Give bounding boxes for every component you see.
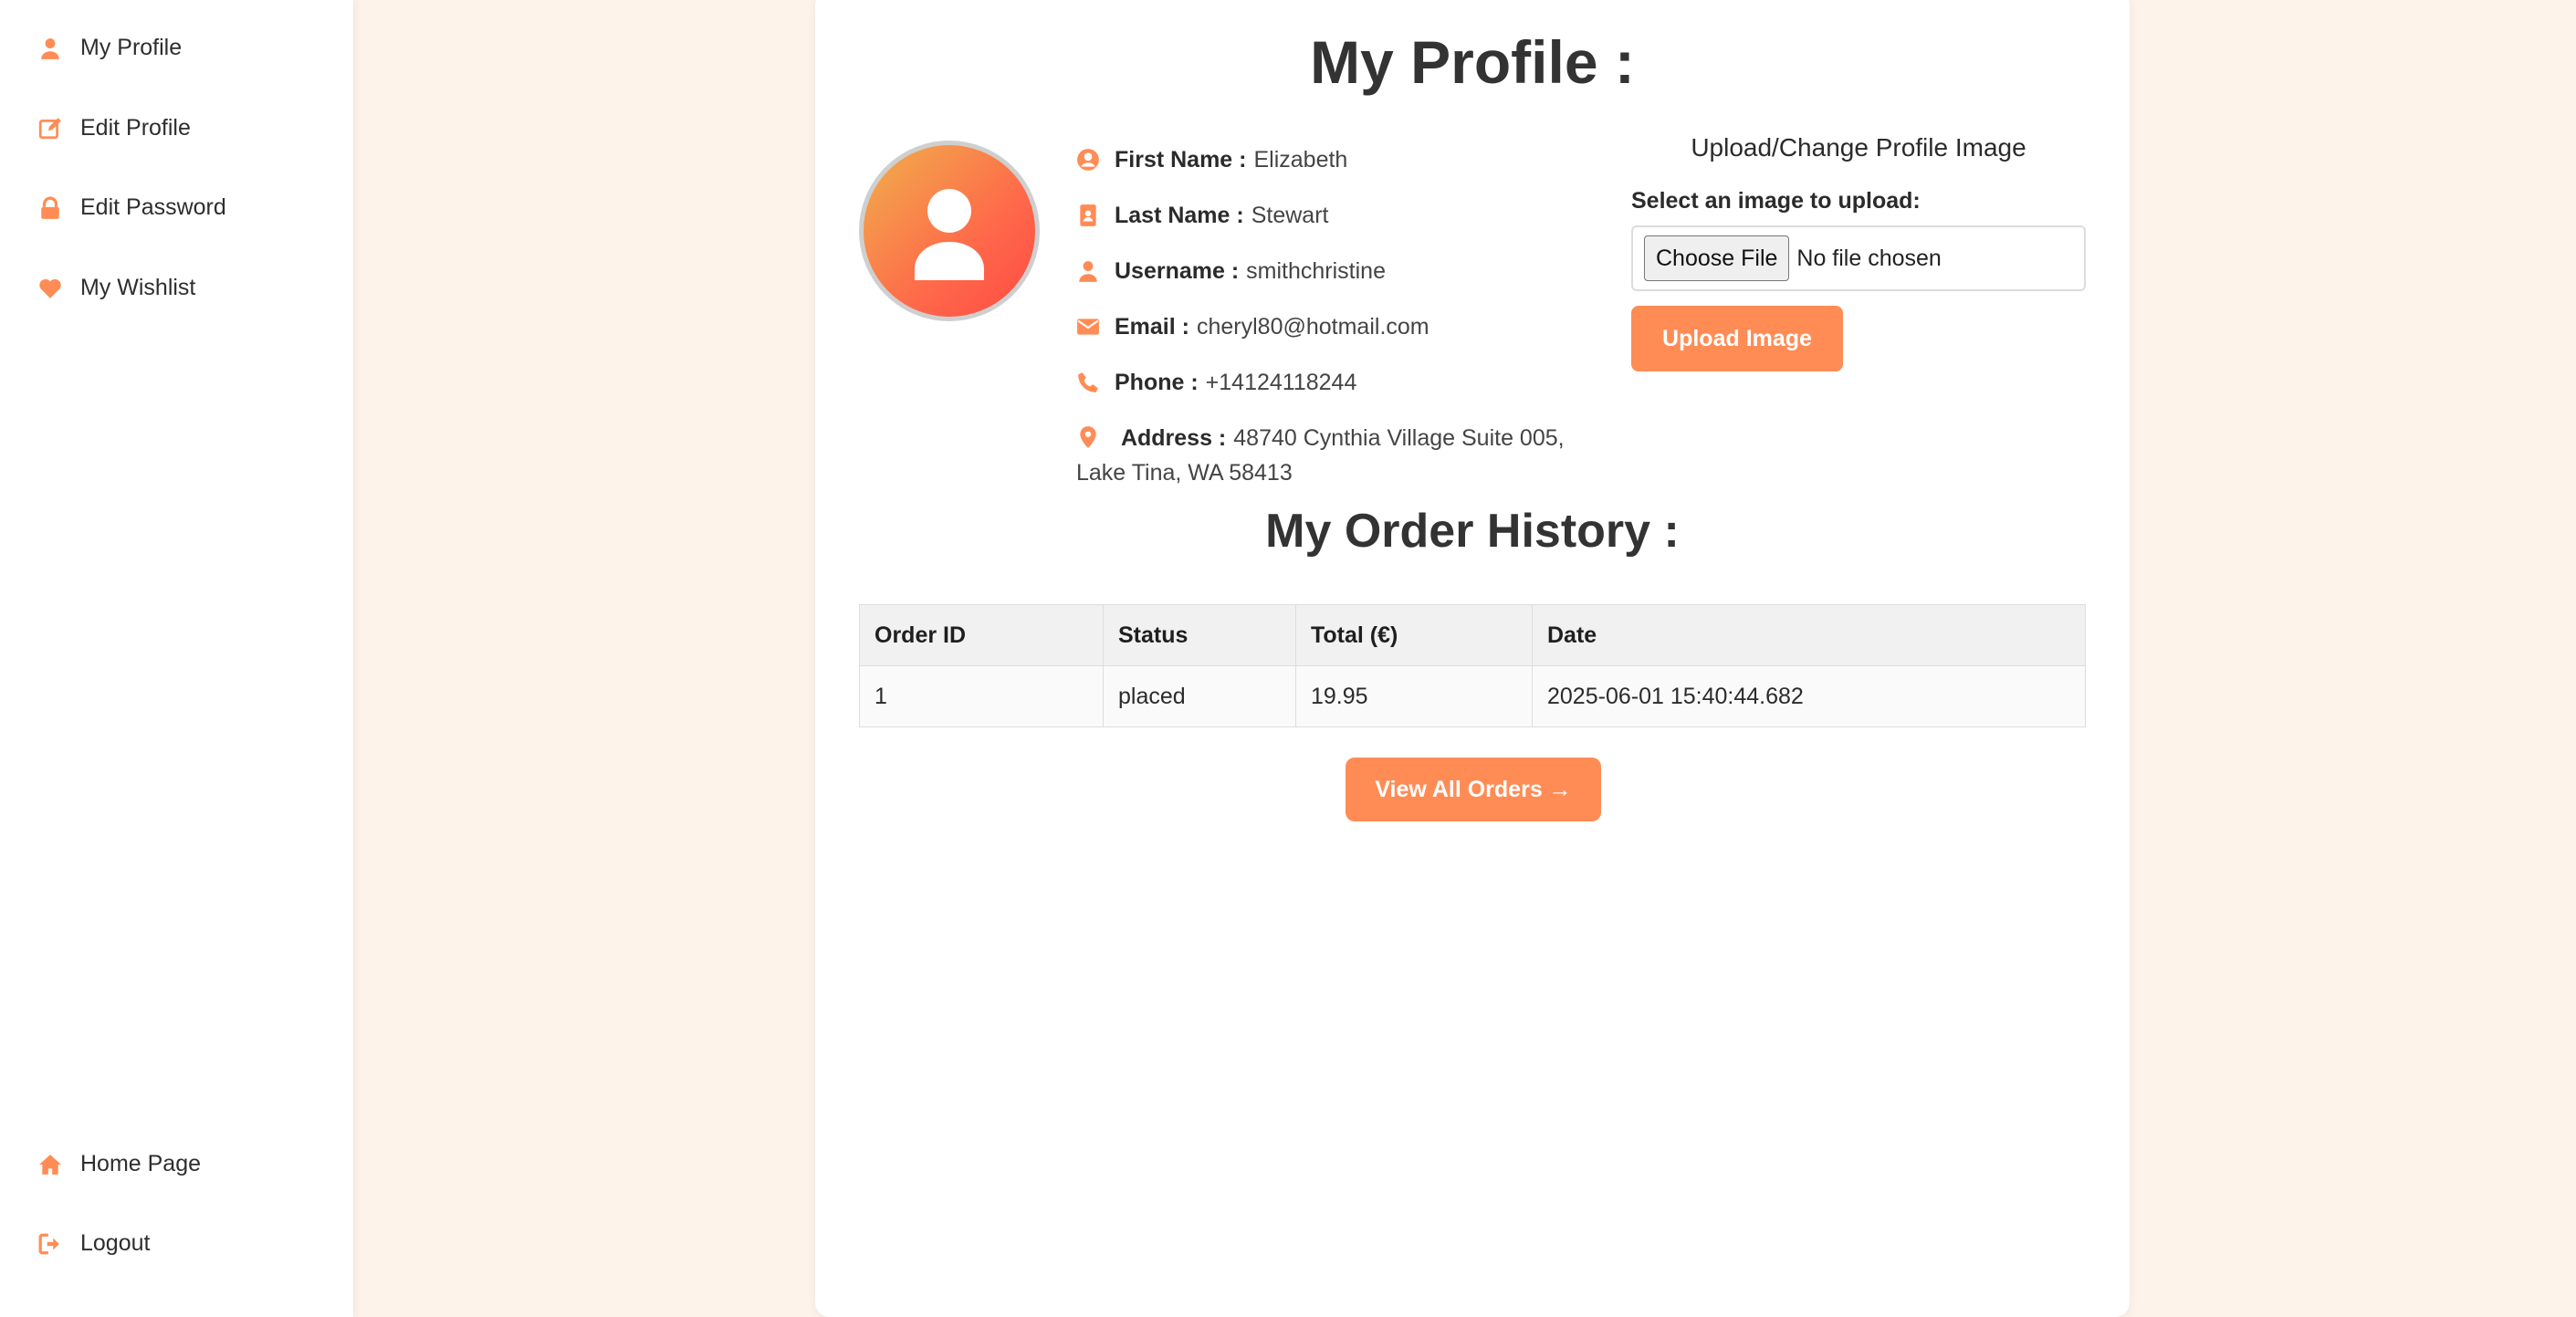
avatar: [859, 141, 1040, 321]
sidebar-item-label: Edit Profile: [80, 115, 191, 141]
email-label: Email :: [1115, 314, 1189, 340]
envelope-icon: [1077, 319, 1099, 335]
phone-icon: [1078, 372, 1098, 392]
lock-icon: [41, 196, 59, 219]
column-header-total: Total (€): [1295, 604, 1533, 666]
sidebar: My Profile Edit Profile Edit Password My…: [0, 0, 353, 1317]
date-cell: 2025-06-01 15:40:44.682: [1532, 665, 2086, 727]
phone-label: Phone :: [1115, 370, 1199, 395]
user-icon: [41, 37, 59, 59]
sidebar-item-label: Edit Password: [80, 194, 226, 220]
upload-image-button[interactable]: Upload Image: [1631, 306, 1843, 371]
first-name-row: First Name : Elizabeth: [1076, 142, 1587, 177]
sidebar-item-my-profile[interactable]: My Profile: [38, 35, 182, 61]
page-title: My Profile :: [1310, 28, 1635, 96]
table-header-row: Order ID Status Total (€) Date: [859, 604, 2086, 666]
first-name-label: First Name :: [1115, 147, 1247, 172]
sidebar-item-label: My Profile: [80, 35, 183, 60]
username-row: Username : smithchristine: [1076, 254, 1587, 288]
sidebar-item-label: Home Page: [80, 1151, 202, 1176]
sidebar-item-my-wishlist[interactable]: My Wishlist: [38, 275, 195, 301]
address-label: Address :: [1120, 425, 1227, 451]
sidebar-item-edit-profile[interactable]: Edit Profile: [38, 115, 191, 141]
user-avatar-icon: [915, 189, 984, 280]
username-value: smithchristine: [1246, 258, 1386, 284]
file-input[interactable]: Choose File No file chosen: [1631, 225, 2086, 291]
column-header-date: Date: [1532, 604, 2086, 666]
order-history-title: My Order History :: [1265, 505, 1680, 558]
sidebar-item-edit-password[interactable]: Edit Password: [38, 194, 226, 221]
table-row: 1 placed 19.95 2025-06-01 15:40:44.682: [859, 665, 2086, 727]
user-icon: [1079, 261, 1097, 282]
total-cell: 19.95: [1295, 665, 1533, 727]
choose-file-button[interactable]: Choose File: [1644, 235, 1790, 281]
column-header-status: Status: [1103, 604, 1296, 666]
upload-panel: Upload/Change Profile Image Select an im…: [1631, 128, 2086, 371]
status-cell: placed: [1103, 665, 1296, 727]
view-all-orders-button[interactable]: View All Orders →: [1346, 758, 1601, 821]
profile-info: First Name : Elizabeth Last Name : Stewart…: [1076, 142, 1587, 511]
map-pin-icon: [1080, 426, 1096, 448]
edit-icon: [38, 117, 61, 139]
home-icon: [39, 1154, 61, 1175]
email-value: cheryl80@hotmail.com: [1196, 314, 1429, 340]
logout-icon: [38, 1233, 59, 1254]
order-id-cell: 1: [859, 665, 1104, 727]
sidebar-item-label: My Wishlist: [80, 275, 196, 300]
email-row: Email : cheryl80@hotmail.com: [1076, 309, 1587, 344]
username-label: Username :: [1115, 258, 1240, 284]
sidebar-item-home-page[interactable]: Home Page: [38, 1151, 201, 1177]
order-history-table: Order ID Status Total (€) Date 1 placed …: [859, 604, 2086, 727]
sidebar-item-logout[interactable]: Logout: [38, 1230, 150, 1257]
id-badge-icon: [1080, 204, 1096, 226]
file-status: No file chosen: [1796, 245, 1942, 271]
sidebar-item-label: Logout: [80, 1230, 151, 1256]
last-name-label: Last Name :: [1115, 203, 1244, 228]
address-row: Address :48740 Cynthia Village Suite 005…: [1076, 421, 1587, 490]
first-name-value: Elizabeth: [1253, 147, 1348, 172]
phone-row: Phone : +14124118244: [1076, 365, 1587, 400]
last-name-row: Last Name : Stewart: [1076, 198, 1587, 233]
upload-label: Select an image to upload:: [1631, 188, 1921, 214]
upload-title: Upload/Change Profile Image: [1691, 133, 2026, 162]
profile-card: My Profile : First Name : Elizabeth Last …: [815, 0, 2130, 1317]
heart-icon: [39, 278, 61, 298]
column-header-order-id: Order ID: [859, 604, 1104, 666]
user-circle-icon: [1077, 149, 1099, 171]
phone-value: +14124118244: [1205, 370, 1357, 395]
last-name-value: Stewart: [1251, 203, 1329, 228]
